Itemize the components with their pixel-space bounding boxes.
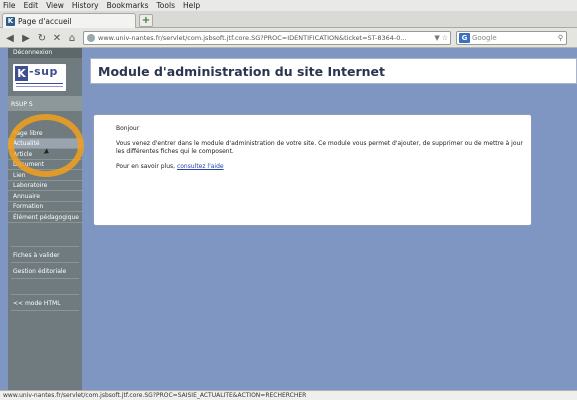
sidebar-item-annuaire[interactable]: Annuaire <box>8 191 82 202</box>
help-line: Pour en savoir plus, consultez l'aide <box>116 163 531 171</box>
tab-bar: K Page d'accueil + <box>0 11 577 28</box>
menu-bookmarks[interactable]: Bookmarks <box>107 1 149 10</box>
greeting-text: Bonjour <box>116 125 140 132</box>
forward-icon[interactable]: ▶ <box>19 31 33 45</box>
ksup-favicon-icon: K <box>6 16 15 26</box>
page-title: Module d'administration du site Internet <box>98 63 385 79</box>
gestion-editoriale-link[interactable]: Gestion éditoriale <box>13 268 66 275</box>
star-icon[interactable]: ☆ <box>442 34 448 42</box>
search-icon[interactable]: ⚲ <box>558 34 563 42</box>
sidebar-item-element-pedagogique[interactable]: Élément pédagogique <box>8 212 82 223</box>
divider <box>11 294 79 295</box>
sidebar: Déconnexion K -sup RSUP S Page libre Act… <box>8 48 84 390</box>
logo-area: K -sup <box>8 58 82 96</box>
stop-icon[interactable]: ✕ <box>50 31 64 45</box>
google-engine-icon[interactable]: G <box>459 33 470 43</box>
mode-html-link[interactable]: << mode HTML <box>13 300 61 307</box>
page-content: Déconnexion K -sup RSUP S Page libre Act… <box>0 48 577 390</box>
status-bar: www.univ-nantes.fr/servlet/com.jsbsoft.j… <box>0 390 577 400</box>
sidebar-item-laboratoire[interactable]: Laboratoire <box>8 180 82 191</box>
menu-file[interactable]: File <box>3 1 16 10</box>
dropdown-icon[interactable]: ▼ <box>434 34 439 42</box>
back-icon[interactable]: ◀ <box>3 31 17 45</box>
new-tab-button[interactable]: + <box>139 14 153 27</box>
deconnexion-link[interactable]: Déconnexion <box>8 48 82 58</box>
help-link[interactable]: consultez l'aide <box>177 163 224 170</box>
menu-bar: File Edit View History Bookmarks Tools H… <box>0 0 577 11</box>
search-bar[interactable]: G Google ⚲ <box>456 31 567 45</box>
home-icon[interactable]: ⌂ <box>65 31 79 45</box>
menu-tools[interactable]: Tools <box>157 1 175 10</box>
site-identity-icon[interactable] <box>87 34 95 42</box>
search-placeholder: Google <box>472 34 497 42</box>
intro-text: Vous venez d'entrer dans le module d'adm… <box>116 140 523 155</box>
tab-page-accueil[interactable]: K Page d'accueil <box>2 13 136 28</box>
navigation-bar: ◀ ▶ ↻ ✕ ⌂ www.univ-nantes.fr/servlet/com… <box>0 28 577 48</box>
logo-text: -sup <box>29 65 58 78</box>
reload-icon[interactable]: ↻ <box>35 31 49 45</box>
url-text: www.univ-nantes.fr/servlet/com.jsbsoft.j… <box>98 34 407 42</box>
menu-help[interactable]: Help <box>183 1 200 10</box>
divider <box>11 262 79 263</box>
tab-title: Page d'accueil <box>18 16 72 26</box>
ksup-logo: K -sup <box>13 64 66 91</box>
menu-view[interactable]: View <box>46 1 64 10</box>
menu-history[interactable]: History <box>72 1 99 10</box>
url-controls: ▼ ☆ <box>432 34 450 42</box>
menu-edit[interactable]: Edit <box>24 1 39 10</box>
logo-underline <box>16 83 63 88</box>
divider <box>11 310 79 311</box>
page-header: Module d'administration du site Internet <box>90 58 577 84</box>
welcome-box: Bonjour Vous venez d'entrer dans le modu… <box>93 114 532 226</box>
url-bar[interactable]: www.univ-nantes.fr/servlet/com.jsbsoft.j… <box>83 31 451 45</box>
highlight-circle <box>8 114 84 177</box>
divider <box>11 246 79 247</box>
sidebar-item-formation[interactable]: Formation <box>8 201 82 212</box>
site-label: RSUP S <box>11 101 33 108</box>
help-prefix: Pour en savoir plus, <box>116 163 176 170</box>
logo-letter: K <box>15 66 28 81</box>
fiches-a-valider-link[interactable]: Fiches à valider <box>13 252 60 259</box>
divider <box>11 278 79 279</box>
